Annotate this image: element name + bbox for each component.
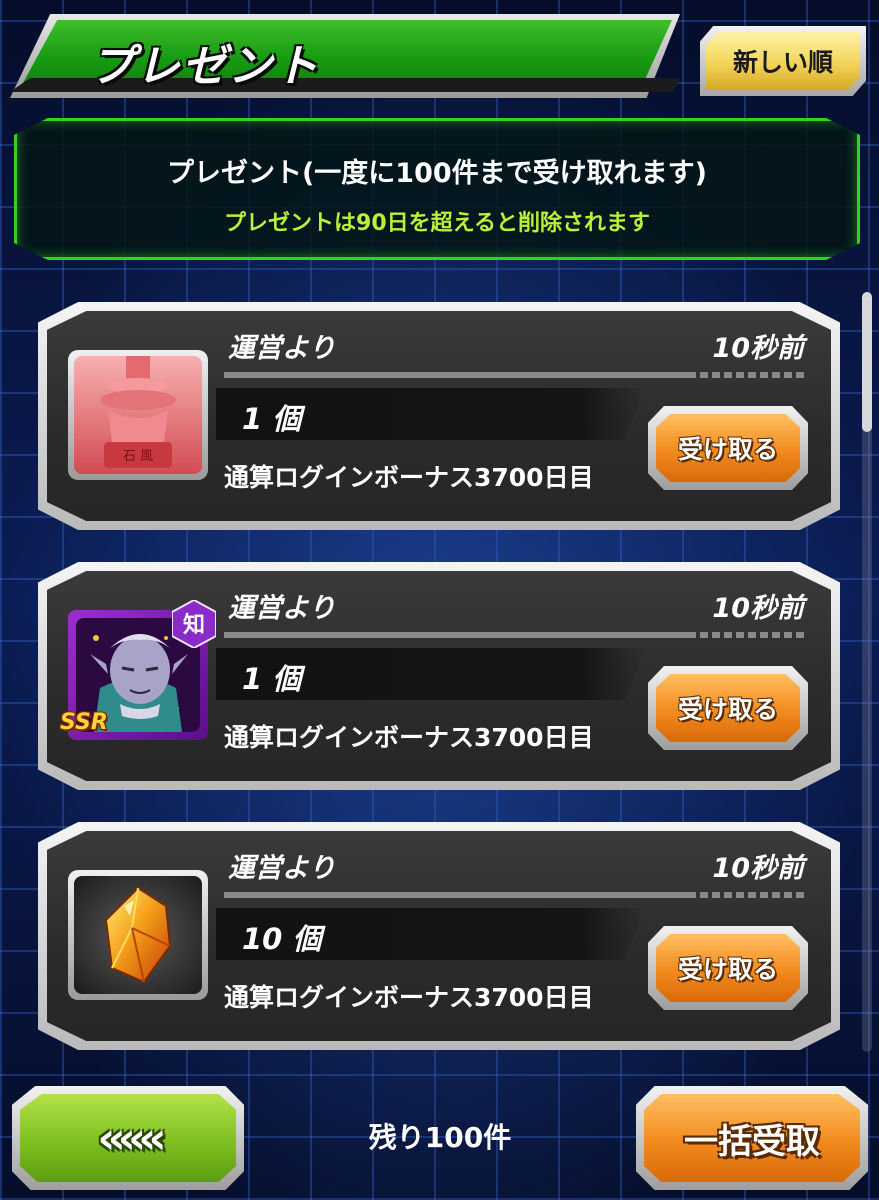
remaining-count: 残り100件 xyxy=(368,1121,512,1154)
present-sender: 運営より xyxy=(228,853,336,884)
present-card: 運営より 10秒前 10 個 通算ログインボーナス3700日目 受け取る xyxy=(38,822,840,1050)
present-quantity: 1 個 xyxy=(242,402,302,436)
receive-button[interactable]: 受け取る xyxy=(648,406,808,490)
present-sender: 運営より xyxy=(228,593,336,624)
title-banner: プレゼント xyxy=(10,14,680,98)
orange-crystal-icon xyxy=(74,876,202,994)
sort-order-label: 新しい順 xyxy=(706,32,860,90)
back-button[interactable]: ««« xyxy=(12,1086,244,1190)
svg-text:知: 知 xyxy=(183,612,205,638)
scrollbar-thumb[interactable] xyxy=(862,292,872,432)
bulk-receive-label: 一括受取 xyxy=(644,1094,860,1182)
present-quantity: 1 個 xyxy=(242,662,302,696)
notice-sub-text: プレゼントは90日を超えると削除されます xyxy=(224,211,650,236)
present-description: 通算ログインボーナス3700日目 xyxy=(224,723,594,752)
present-card: 石 風 運営より 10秒前 1 個 通算ログインボーナス3700日目 受け取る xyxy=(38,302,840,530)
bulk-receive-button[interactable]: 一括受取 xyxy=(636,1086,868,1190)
present-time: 10秒前 xyxy=(712,333,804,364)
receive-button[interactable]: 受け取る xyxy=(648,926,808,1010)
page-title: プレゼント xyxy=(90,41,320,92)
receive-button-label: 受け取る xyxy=(656,934,800,1002)
present-time: 10秒前 xyxy=(712,593,804,624)
present-description: 通算ログインボーナス3700日目 xyxy=(224,983,594,1012)
present-item-thumbnail: 石 風 xyxy=(68,350,208,480)
notice-panel: プレゼント(一度に100件まで受け取れます) プレゼントは90日を超えると削除さ… xyxy=(14,118,860,260)
present-item-thumbnail: 知 SSR xyxy=(60,600,216,740)
present-description: 通算ログインボーナス3700日目 xyxy=(224,463,594,492)
present-quantity: 10 個 xyxy=(242,922,322,956)
rarity-badge: SSR xyxy=(60,710,108,735)
back-arrows-icon: ««« xyxy=(20,1094,236,1182)
receive-button[interactable]: 受け取る xyxy=(648,666,808,750)
svg-text:石 風: 石 風 xyxy=(123,449,153,464)
present-sender: 運営より xyxy=(228,333,336,364)
receive-button-label: 受け取る xyxy=(656,674,800,742)
present-time: 10秒前 xyxy=(712,853,804,884)
notice-main-text: プレゼント(一度に100件まで受け取れます) xyxy=(166,158,708,189)
red-potara-item-icon: 石 風 xyxy=(74,356,202,474)
type-badge-icon: 知 xyxy=(172,600,216,648)
receive-button-label: 受け取る xyxy=(656,414,800,482)
present-item-thumbnail xyxy=(68,870,208,1000)
present-card: 知 SSR 運営より 10秒前 1 個 通算ログインボーナス3700日目 受け取… xyxy=(38,562,840,790)
sort-order-button[interactable]: 新しい順 xyxy=(700,26,866,96)
